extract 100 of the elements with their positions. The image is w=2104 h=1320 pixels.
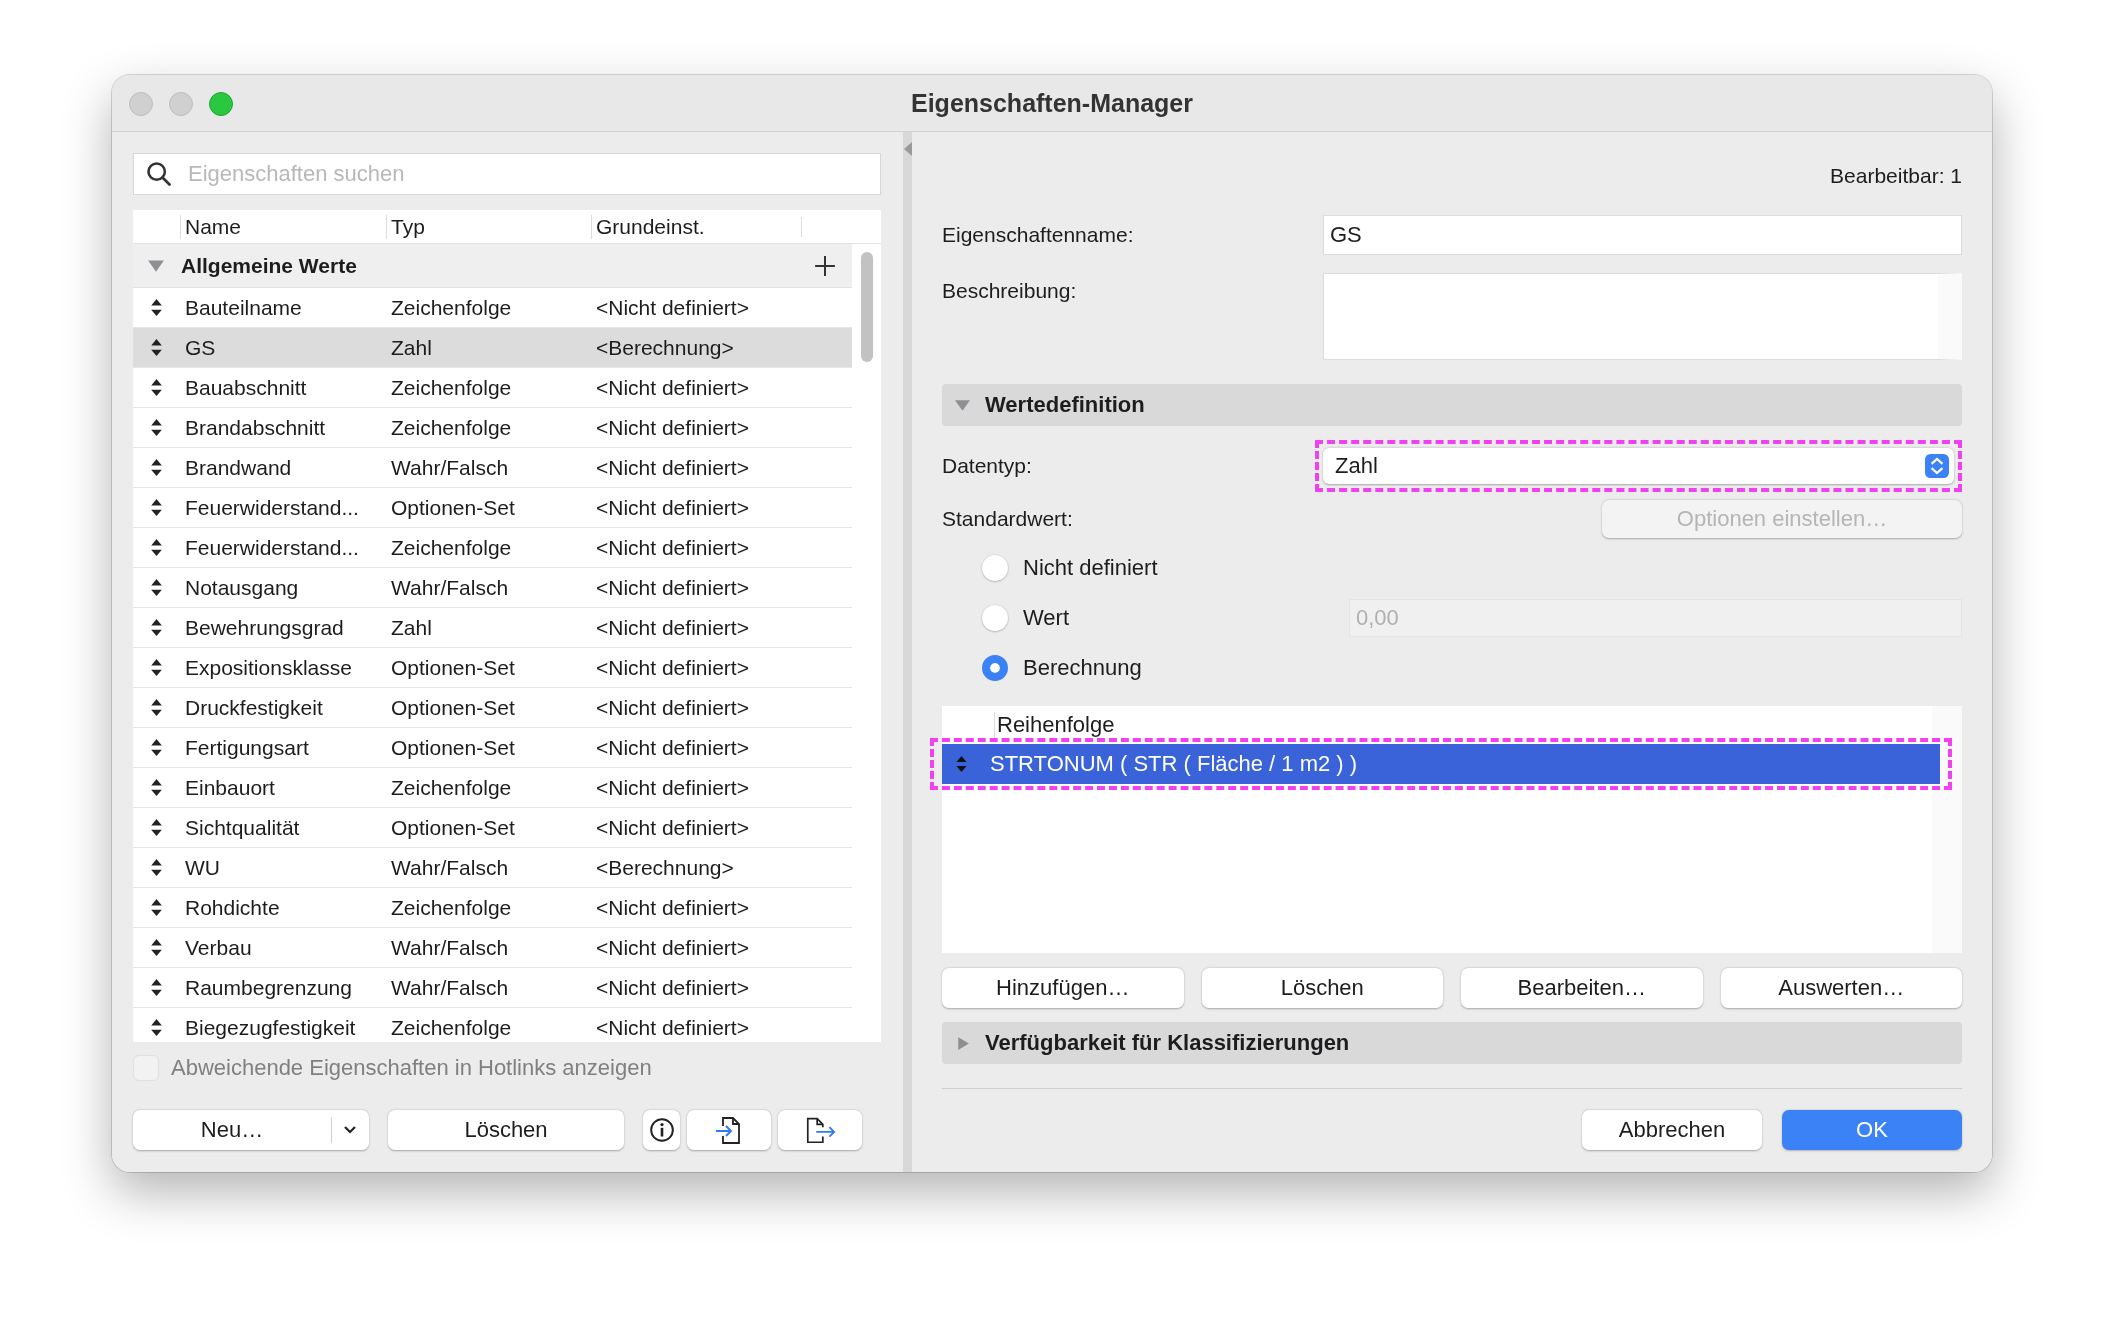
reorder-handle-icon[interactable] <box>151 939 162 956</box>
formula-row[interactable]: STRTONUM ( STR ( Fläche / 1 m2 ) ) <box>942 744 1940 784</box>
field-label: Beschreibung: <box>942 279 1078 303</box>
table-row[interactable]: GS Zahl <Berechnung> <box>133 328 852 368</box>
table-cell-text: Brandabschnitt <box>184 415 327 440</box>
new-button[interactable]: Neu… <box>133 1110 369 1150</box>
group-label: Allgemeine Werte <box>181 253 358 278</box>
table-cell-text: Feuerwiderstand... <box>184 535 360 560</box>
dialog-button[interactable]: Abbrechen <box>1582 1110 1762 1150</box>
stepper-arrows-icon <box>1925 452 1949 480</box>
table-cell-text: <Nicht definiert> <box>595 775 750 800</box>
radio-button[interactable] <box>982 605 1008 631</box>
table-cell-text: <Nicht definiert> <box>595 575 750 600</box>
table-cell-text: Zeichenfolge <box>390 1015 513 1040</box>
reorder-handle-icon[interactable] <box>151 819 162 836</box>
table-cell-text: Optionen-Set <box>390 655 516 680</box>
table-cell-text: <Nicht definiert> <box>595 695 750 720</box>
formula-button[interactable]: Hinzufügen… <box>942 968 1184 1008</box>
search-icon <box>145 160 173 188</box>
reorder-handle-icon[interactable] <box>151 859 162 876</box>
field-label: Eigenschaftenname: <box>942 223 1135 247</box>
table-cell-text: GS <box>184 335 217 360</box>
table-cell-text: Druckfestigkeit <box>184 695 324 720</box>
table-cell-text: Wahr/Falsch <box>390 455 510 480</box>
table-cell-text: <Nicht definiert> <box>595 295 750 320</box>
table-cell-text: <Berechnung> <box>595 855 735 880</box>
reorder-handle-icon[interactable] <box>151 779 162 796</box>
reorder-handle-icon[interactable] <box>151 419 162 436</box>
export-button[interactable] <box>778 1110 862 1150</box>
table-cell-text: <Nicht definiert> <box>595 375 750 400</box>
table-cell-text: Brandwand <box>184 455 293 480</box>
name-field[interactable]: GS <box>1323 215 1962 255</box>
add-icon[interactable] <box>814 254 836 277</box>
delete-button[interactable]: Löschen <box>388 1110 624 1150</box>
editable-count: Bearbeitbar: 1 <box>1830 164 1962 188</box>
reorder-handle-icon[interactable] <box>151 899 162 916</box>
table-cell-text: Bewehrungsgrad <box>184 615 345 640</box>
scrollbar-thumb[interactable] <box>861 252 873 362</box>
table-cell-text: WU <box>184 855 221 880</box>
table-cell-text: Feuerwiderstand... <box>184 495 360 520</box>
radio-button[interactable] <box>982 655 1008 681</box>
table-cell-text: Zeichenfolge <box>390 535 513 560</box>
table-cell-text: Biegezugfestigkeit <box>184 1015 357 1040</box>
dialog-button[interactable]: OK <box>1782 1110 1962 1150</box>
group-row[interactable]: Allgemeine Werte <box>133 244 852 288</box>
table-cell-text: Optionen-Set <box>390 815 516 840</box>
search-field[interactable]: Eigenschaften suchen <box>133 153 881 195</box>
reorder-handle-icon[interactable] <box>151 379 162 396</box>
info-icon <box>648 1117 675 1143</box>
reorder-handle-icon[interactable] <box>151 979 162 996</box>
table-cell-text: <Nicht definiert> <box>595 415 750 440</box>
column-header[interactable]: Grundeinst. <box>591 214 801 239</box>
section-header[interactable]: Verfügbarkeit für Klassifizierungen <box>942 1022 1962 1064</box>
radio-label: Wert <box>1023 605 1071 631</box>
reorder-handle-icon[interactable] <box>956 756 967 772</box>
reorder-handle-icon[interactable] <box>151 579 162 596</box>
disclosure-triangle-icon[interactable] <box>147 258 165 273</box>
formula-button[interactable]: Bearbeiten… <box>1461 968 1703 1008</box>
reorder-handle-icon[interactable] <box>151 1019 162 1036</box>
reorder-handle-icon[interactable] <box>151 699 162 716</box>
table-cell-text: <Nicht definiert> <box>595 655 750 680</box>
table-cell-text: Verbau <box>184 935 253 960</box>
reorder-handle-icon[interactable] <box>151 739 162 756</box>
datatype-select[interactable]: Zahl <box>1323 448 1954 484</box>
table-cell-text: <Nicht definiert> <box>595 735 750 760</box>
info-button[interactable] <box>643 1110 680 1150</box>
table-cell-text: <Nicht definiert> <box>595 895 750 920</box>
reorder-handle-icon[interactable] <box>151 539 162 556</box>
export-file-icon <box>804 1115 836 1145</box>
reorder-handle-icon[interactable] <box>151 339 162 356</box>
table-cell-text: Zeichenfolge <box>390 375 513 400</box>
field-label: Datentyp: <box>942 454 1033 478</box>
table-cell-text: <Nicht definiert> <box>595 815 750 840</box>
radio-label: Berechnung <box>1023 655 1143 681</box>
reorder-handle-icon[interactable] <box>151 659 162 676</box>
column-header[interactable]: Name <box>180 214 386 239</box>
radio-button[interactable] <box>982 555 1008 581</box>
checkbox-label: Abweichende Eigenschaften in Hotlinks anzeigen <box>171 1055 652 1081</box>
table-cell-text: Bauabschnitt <box>184 375 308 400</box>
table-cell-text: Zahl <box>390 335 433 360</box>
reorder-handle-icon[interactable] <box>151 619 162 636</box>
formula-button[interactable]: Löschen <box>1201 968 1443 1008</box>
description-field[interactable] <box>1323 273 1962 360</box>
column-header[interactable]: Reihenfolge <box>994 712 1115 738</box>
reorder-handle-icon[interactable] <box>151 459 162 476</box>
table-cell-text: Optionen-Set <box>390 735 516 760</box>
chevron-down-icon[interactable] <box>343 1125 357 1135</box>
table-cell-text: <Nicht definiert> <box>595 535 750 560</box>
table-cell-text: Wahr/Falsch <box>390 855 510 880</box>
column-header[interactable]: Typ <box>386 214 591 239</box>
table-cell-text: Expositionsklasse <box>184 655 353 680</box>
table-cell-text: Optionen-Set <box>390 495 516 520</box>
table-cell-text: Zeichenfolge <box>390 295 513 320</box>
reorder-handle-icon[interactable] <box>151 299 162 316</box>
formula-button[interactable]: Auswerten… <box>1720 968 1962 1008</box>
table-cell-text: Optionen-Set <box>390 695 516 720</box>
section-header[interactable]: Wertedefinition <box>942 384 1962 426</box>
radio-label: Nicht definiert <box>1023 555 1159 581</box>
import-button[interactable] <box>687 1110 771 1150</box>
reorder-handle-icon[interactable] <box>151 499 162 516</box>
